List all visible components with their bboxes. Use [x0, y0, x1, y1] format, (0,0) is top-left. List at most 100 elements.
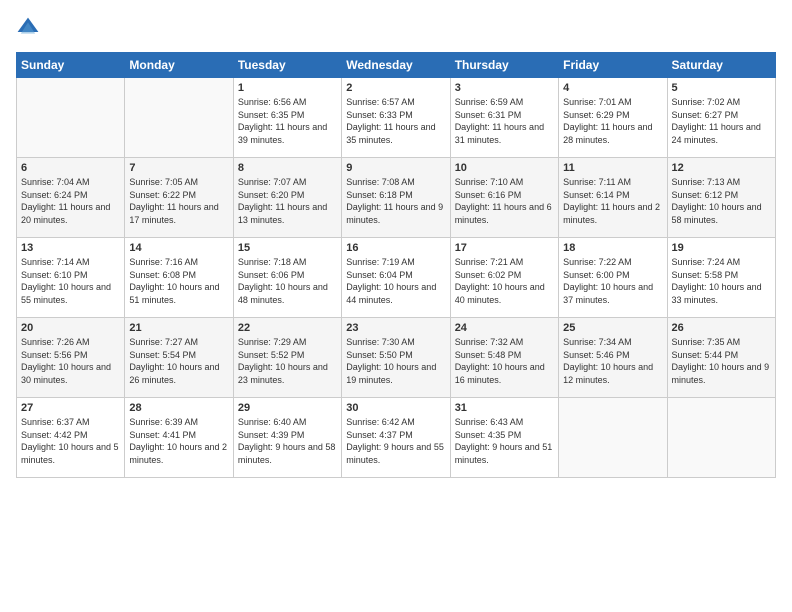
- day-number: 24: [455, 322, 554, 334]
- day-cell: 22 Sunrise: 7:29 AMSunset: 5:52 PMDayligh…: [233, 318, 341, 398]
- day-cell: [667, 398, 775, 478]
- day-info: Sunrise: 6:40 AMSunset: 4:39 PMDaylight:…: [238, 416, 337, 466]
- day-cell: 28 Sunrise: 6:39 AMSunset: 4:41 PMDayligh…: [125, 398, 233, 478]
- day-info: Sunrise: 7:05 AMSunset: 6:22 PMDaylight:…: [129, 176, 228, 226]
- day-cell: 2Sunrise: 6:57 AMSunset: 6:33 PMDaylight…: [342, 78, 450, 158]
- day-number: 11: [563, 162, 662, 174]
- day-number: 31: [455, 402, 554, 414]
- day-info: Sunrise: 7:32 AMSunset: 5:48 PMDaylight:…: [455, 336, 554, 386]
- day-number: 6: [21, 162, 120, 174]
- logo: [16, 16, 44, 40]
- day-cell: 23 Sunrise: 7:30 AMSunset: 5:50 PMDayligh…: [342, 318, 450, 398]
- day-cell: 1 Sunrise: 6:56 AMSunset: 6:35 PMDaylight…: [233, 78, 341, 158]
- day-cell: 27 Sunrise: 6:37 AMSunset: 4:42 PMDayligh…: [17, 398, 125, 478]
- day-number: 1: [238, 82, 337, 94]
- day-cell: 24 Sunrise: 7:32 AMSunset: 5:48 PMDayligh…: [450, 318, 558, 398]
- day-number: 16: [346, 242, 445, 254]
- day-cell: 16Sunrise: 7:19 AMSunset: 6:04 PMDayligh…: [342, 238, 450, 318]
- day-info: Sunrise: 7:34 AMSunset: 5:46 PMDaylight:…: [563, 336, 662, 386]
- week-row-1: 1 Sunrise: 6:56 AMSunset: 6:35 PMDaylight…: [17, 78, 776, 158]
- day-cell: [125, 78, 233, 158]
- day-info: Sunrise: 7:35 AMSunset: 5:44 PMDaylight:…: [672, 336, 771, 386]
- day-cell: 8 Sunrise: 7:07 AMSunset: 6:20 PMDaylight…: [233, 158, 341, 238]
- week-row-2: 6 Sunrise: 7:04 AMSunset: 6:24 PMDaylight…: [17, 158, 776, 238]
- day-info: Sunrise: 6:43 AMSunset: 4:35 PMDaylight:…: [455, 416, 554, 466]
- day-number: 17: [455, 242, 554, 254]
- weekday-header-sunday: Sunday: [17, 53, 125, 78]
- day-info: Sunrise: 6:42 AMSunset: 4:37 PMDaylight:…: [346, 416, 445, 466]
- day-number: 3: [455, 82, 554, 94]
- day-info: Sunrise: 7:02 AMSunset: 6:27 PMDaylight:…: [672, 96, 771, 146]
- day-cell: 19 Sunrise: 7:24 AMSunset: 5:58 PMDayligh…: [667, 238, 775, 318]
- day-info: Sunrise: 6:56 AMSunset: 6:35 PMDaylight:…: [238, 96, 337, 146]
- day-number: 29: [238, 402, 337, 414]
- day-number: 28: [129, 402, 228, 414]
- day-info: Sunrise: 7:16 AMSunset: 6:08 PMDaylight:…: [129, 256, 228, 306]
- day-info: Sunrise: 6:39 AMSunset: 4:41 PMDaylight:…: [129, 416, 228, 466]
- day-info: Sunrise: 7:11 AMSunset: 6:14 PMDaylight:…: [563, 176, 662, 226]
- day-number: 4: [563, 82, 662, 94]
- day-info: Sunrise: 7:13 AMSunset: 6:12 PMDaylight:…: [672, 176, 771, 226]
- day-cell: 17 Sunrise: 7:21 AMSunset: 6:02 PMDayligh…: [450, 238, 558, 318]
- day-cell: 29 Sunrise: 6:40 AMSunset: 4:39 PMDayligh…: [233, 398, 341, 478]
- day-number: 10: [455, 162, 554, 174]
- day-number: 30: [346, 402, 445, 414]
- day-info: Sunrise: 7:22 AMSunset: 6:00 PMDaylight:…: [563, 256, 662, 306]
- day-info: Sunrise: 6:37 AMSunset: 4:42 PMDaylight:…: [21, 416, 120, 466]
- weekday-header-wednesday: Wednesday: [342, 53, 450, 78]
- day-number: 23: [346, 322, 445, 334]
- day-info: Sunrise: 7:24 AMSunset: 5:58 PMDaylight:…: [672, 256, 771, 306]
- logo-icon: [16, 16, 40, 40]
- calendar-table: SundayMondayTuesdayWednesdayThursdayFrid…: [16, 52, 776, 478]
- day-number: 5: [672, 82, 771, 94]
- day-cell: 13 Sunrise: 7:14 AMSunset: 6:10 PMDayligh…: [17, 238, 125, 318]
- day-info: Sunrise: 7:04 AMSunset: 6:24 PMDaylight:…: [21, 176, 120, 226]
- day-cell: 6 Sunrise: 7:04 AMSunset: 6:24 PMDaylight…: [17, 158, 125, 238]
- week-row-4: 20 Sunrise: 7:26 AMSunset: 5:56 PMDayligh…: [17, 318, 776, 398]
- day-cell: 15 Sunrise: 7:18 AMSunset: 6:06 PMDayligh…: [233, 238, 341, 318]
- day-cell: 3Sunrise: 6:59 AMSunset: 6:31 PMDaylight…: [450, 78, 558, 158]
- day-cell: 5 Sunrise: 7:02 AMSunset: 6:27 PMDaylight…: [667, 78, 775, 158]
- day-cell: [17, 78, 125, 158]
- day-number: 13: [21, 242, 120, 254]
- day-cell: 12Sunrise: 7:13 AMSunset: 6:12 PMDayligh…: [667, 158, 775, 238]
- day-cell: 4Sunrise: 7:01 AMSunset: 6:29 PMDaylight…: [559, 78, 667, 158]
- day-number: 8: [238, 162, 337, 174]
- day-cell: 25 Sunrise: 7:34 AMSunset: 5:46 PMDayligh…: [559, 318, 667, 398]
- day-info: Sunrise: 7:21 AMSunset: 6:02 PMDaylight:…: [455, 256, 554, 306]
- weekday-header-row: SundayMondayTuesdayWednesdayThursdayFrid…: [17, 53, 776, 78]
- day-number: 7: [129, 162, 228, 174]
- day-info: Sunrise: 7:30 AMSunset: 5:50 PMDaylight:…: [346, 336, 445, 386]
- day-cell: 20 Sunrise: 7:26 AMSunset: 5:56 PMDayligh…: [17, 318, 125, 398]
- day-cell: 26Sunrise: 7:35 AMSunset: 5:44 PMDayligh…: [667, 318, 775, 398]
- day-info: Sunrise: 7:27 AMSunset: 5:54 PMDaylight:…: [129, 336, 228, 386]
- day-number: 9: [346, 162, 445, 174]
- day-info: Sunrise: 7:18 AMSunset: 6:06 PMDaylight:…: [238, 256, 337, 306]
- day-number: 25: [563, 322, 662, 334]
- day-cell: 31 Sunrise: 6:43 AMSunset: 4:35 PMDayligh…: [450, 398, 558, 478]
- day-cell: 14Sunrise: 7:16 AMSunset: 6:08 PMDayligh…: [125, 238, 233, 318]
- day-info: Sunrise: 7:14 AMSunset: 6:10 PMDaylight:…: [21, 256, 120, 306]
- day-cell: 7 Sunrise: 7:05 AMSunset: 6:22 PMDaylight…: [125, 158, 233, 238]
- weekday-header-friday: Friday: [559, 53, 667, 78]
- day-number: 18: [563, 242, 662, 254]
- day-number: 15: [238, 242, 337, 254]
- day-number: 27: [21, 402, 120, 414]
- day-info: Sunrise: 7:26 AMSunset: 5:56 PMDaylight:…: [21, 336, 120, 386]
- weekday-header-thursday: Thursday: [450, 53, 558, 78]
- day-info: Sunrise: 7:07 AMSunset: 6:20 PMDaylight:…: [238, 176, 337, 226]
- page-header: [16, 16, 776, 40]
- weekday-header-monday: Monday: [125, 53, 233, 78]
- day-number: 20: [21, 322, 120, 334]
- day-info: Sunrise: 7:10 AMSunset: 6:16 PMDaylight:…: [455, 176, 554, 226]
- week-row-5: 27 Sunrise: 6:37 AMSunset: 4:42 PMDayligh…: [17, 398, 776, 478]
- day-info: Sunrise: 7:29 AMSunset: 5:52 PMDaylight:…: [238, 336, 337, 386]
- day-info: Sunrise: 6:57 AMSunset: 6:33 PMDaylight:…: [346, 96, 445, 146]
- week-row-3: 13 Sunrise: 7:14 AMSunset: 6:10 PMDayligh…: [17, 238, 776, 318]
- day-number: 21: [129, 322, 228, 334]
- weekday-header-tuesday: Tuesday: [233, 53, 341, 78]
- day-number: 19: [672, 242, 771, 254]
- day-cell: [559, 398, 667, 478]
- day-cell: 9Sunrise: 7:08 AMSunset: 6:18 PMDaylight…: [342, 158, 450, 238]
- day-number: 22: [238, 322, 337, 334]
